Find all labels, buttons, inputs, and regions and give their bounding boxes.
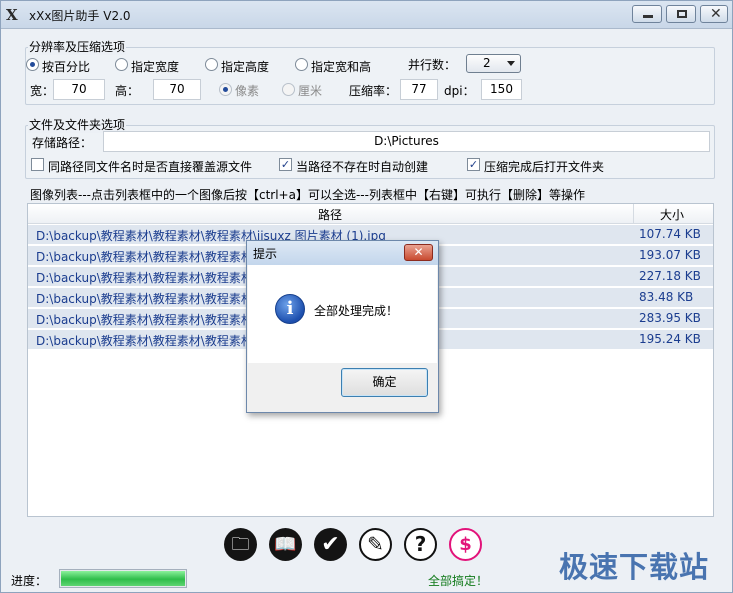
dialog-close-button[interactable]: ✕: [404, 244, 433, 261]
donate-button[interactable]: $: [449, 528, 482, 561]
radio-height-label[interactable]: 指定高度: [221, 58, 269, 75]
confirm-button[interactable]: ✔: [314, 528, 347, 561]
save-path-input[interactable]: D:\Pictures: [103, 131, 710, 152]
progress-fill: [61, 571, 185, 586]
info-dialog: 提示 ✕ i 全部处理完成！ 确定: [246, 240, 439, 413]
checkmark-icon: ✔: [321, 532, 340, 557]
maximize-icon: [677, 10, 687, 18]
radio-unit-pixel: [219, 83, 232, 96]
radio-width-label[interactable]: 指定宽度: [131, 58, 179, 75]
info-icon: i: [275, 294, 305, 324]
minimize-button[interactable]: [632, 5, 662, 23]
window-title: xXx图片助手 V2.0: [29, 9, 131, 23]
minimize-icon: [643, 15, 653, 18]
maximize-button[interactable]: [666, 5, 696, 23]
checkbox-overwrite-label[interactable]: 同路径同文件名时是否直接覆盖源文件: [48, 158, 252, 175]
dialog-message: 全部处理完成！: [314, 304, 399, 318]
radio-unit-pixel-label: 像素: [235, 84, 260, 98]
radio-unit-cm-label: 厘米: [298, 84, 323, 98]
row-size: 83.48 KB: [639, 290, 694, 304]
title-bar[interactable]: X xXx图片助手 V2.0 ✕: [1, 1, 732, 29]
column-divider[interactable]: [633, 204, 634, 224]
height-input[interactable]: 70: [153, 79, 201, 100]
column-header-path[interactable]: 路径: [318, 206, 342, 223]
radio-width[interactable]: [115, 58, 128, 71]
row-path: D:\backup\教程素材\教程素材\教程素材: [36, 313, 253, 327]
resolution-group-title: 分辨率及压缩选项: [28, 38, 127, 55]
compression-input[interactable]: 77: [400, 79, 438, 100]
edit-button[interactable]: ✎: [359, 528, 392, 561]
watermark-logo: 极速下载站: [559, 550, 710, 584]
pencil-icon: ✎: [367, 532, 384, 556]
radio-percent-label[interactable]: 按百分比: [42, 58, 90, 75]
status-message: 全部搞定！: [428, 574, 489, 588]
checkbox-open-folder[interactable]: ✓: [467, 158, 480, 171]
dialog-body: i 全部处理完成！: [248, 265, 437, 363]
folder-icon: 🗀: [231, 534, 250, 555]
checkbox-auto-create[interactable]: ✓: [279, 158, 292, 171]
close-icon: ✕: [710, 6, 722, 22]
chevron-down-icon: [507, 61, 515, 66]
row-size: 193.07 KB: [639, 248, 701, 262]
help-button[interactable]: ?: [404, 528, 437, 561]
progress-label: 进度：: [11, 574, 48, 588]
close-icon: ✕: [413, 245, 424, 259]
book-icon: 📖: [274, 534, 297, 555]
radio-width-height[interactable]: [295, 58, 308, 71]
app-logo-icon: X: [6, 6, 18, 24]
list-header: 路径 大小: [28, 204, 713, 224]
radio-height[interactable]: [205, 58, 218, 71]
compression-label: 压缩率：: [349, 84, 398, 98]
row-path: D:\backup\教程素材\教程素材\教程素材: [36, 292, 253, 306]
row-size: 107.74 KB: [639, 227, 701, 241]
dpi-input[interactable]: 150: [481, 79, 522, 100]
width-label: 宽：: [30, 84, 55, 98]
image-list-hint: 图像列表---点击列表框中的一个图像后按【ctrl+a】可以全选---列表框中【…: [30, 188, 585, 202]
radio-width-height-label[interactable]: 指定宽和高: [311, 58, 371, 75]
book-button[interactable]: 📖: [269, 528, 302, 561]
columns-label: 并行数：: [408, 58, 457, 72]
width-input[interactable]: 70: [53, 79, 105, 100]
checkbox-overwrite[interactable]: [31, 158, 44, 171]
dialog-title-bar[interactable]: 提示 ✕: [247, 241, 438, 265]
height-label: 高：: [115, 84, 140, 98]
radio-unit-cm: [282, 83, 295, 96]
progress-bar: [59, 569, 187, 588]
radio-percent[interactable]: [26, 58, 39, 71]
columns-select[interactable]: 2: [466, 54, 521, 73]
row-size: 195.24 KB: [639, 332, 701, 346]
close-button[interactable]: ✕: [700, 5, 728, 23]
row-size: 283.95 KB: [639, 311, 701, 325]
row-path: D:\backup\教程素材\教程素材\教程素材: [36, 271, 253, 285]
dpi-label: dpi：: [444, 84, 475, 98]
column-header-size[interactable]: 大小: [660, 206, 684, 223]
folder-open-button[interactable]: 🗀: [224, 528, 257, 561]
row-size: 227.18 KB: [639, 269, 701, 283]
columns-value: 2: [483, 56, 491, 70]
row-path: D:\backup\教程素材\教程素材\教程素材: [36, 250, 253, 264]
row-path: D:\backup\教程素材\教程素材\教程素材: [36, 334, 253, 348]
ok-button[interactable]: 确定: [341, 368, 428, 397]
checkbox-auto-create-label[interactable]: 当路径不存在时自动创建: [296, 158, 428, 175]
dollar-icon: $: [459, 534, 472, 555]
checkbox-open-folder-label[interactable]: 压缩完成后打开文件夹: [484, 158, 604, 175]
question-icon: ?: [414, 532, 427, 556]
path-label: 存储路径：: [32, 136, 93, 150]
dialog-title: 提示: [253, 247, 278, 261]
